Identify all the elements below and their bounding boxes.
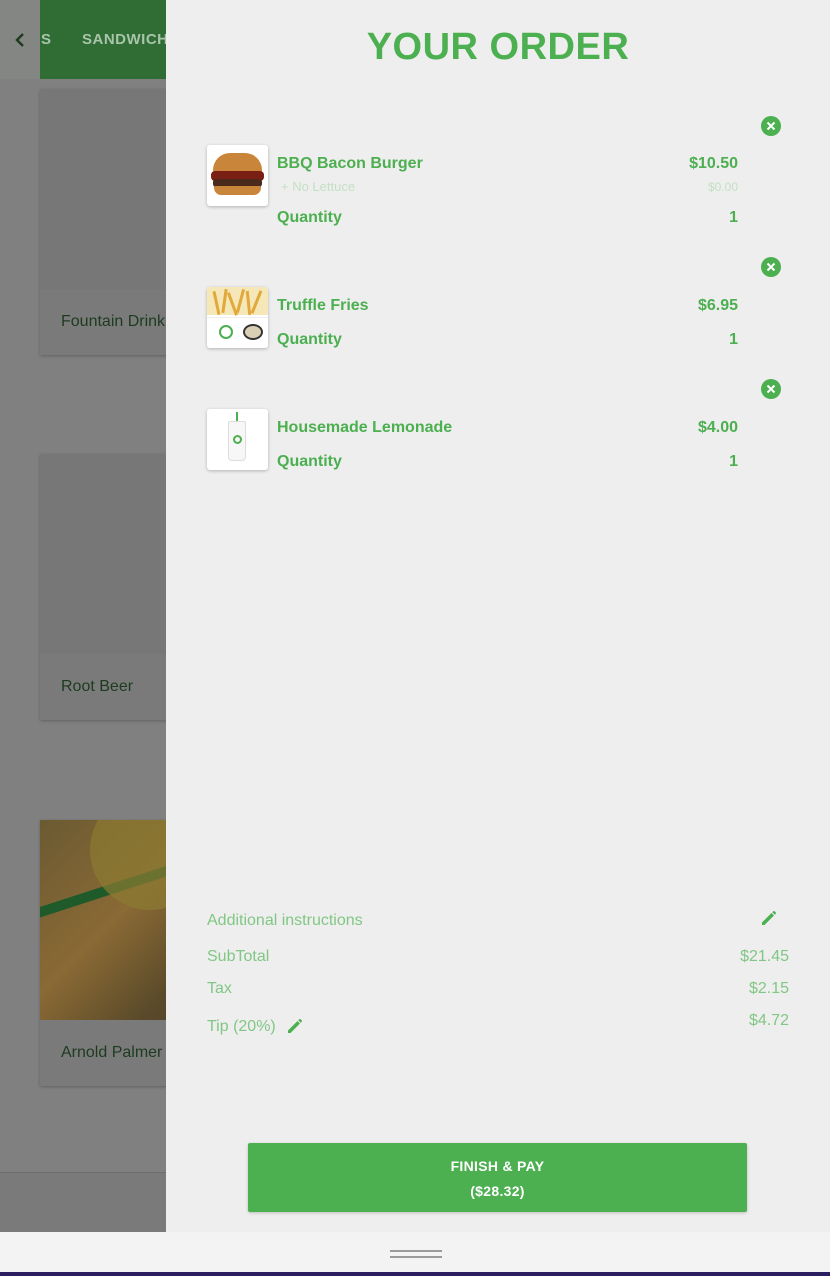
tip-value: $4.72 bbox=[748, 1012, 789, 1029]
system-navigation-bar bbox=[0, 1232, 830, 1276]
remove-item-button[interactable] bbox=[761, 116, 781, 136]
item-name: Housemade Lemonade bbox=[277, 419, 453, 436]
quantity-value[interactable]: 1 bbox=[729, 331, 738, 349]
back-button[interactable] bbox=[0, 0, 40, 79]
tab-category[interactable]: S bbox=[41, 31, 52, 48]
order-panel: YOUR ORDER BBQ Bacon Burger $10.50 + No … bbox=[166, 0, 830, 1232]
tax-value: $2.15 bbox=[748, 980, 789, 997]
item-name: BBQ Bacon Burger bbox=[277, 155, 423, 172]
remove-item-button[interactable] bbox=[761, 257, 781, 277]
close-icon bbox=[766, 121, 776, 131]
subtotal-value: $21.45 bbox=[740, 948, 789, 965]
quantity-value[interactable]: 1 bbox=[729, 453, 738, 471]
pencil-icon[interactable] bbox=[286, 1015, 306, 1035]
bottom-strip bbox=[0, 1272, 830, 1276]
additional-instructions-label: Additional instructions bbox=[207, 912, 363, 929]
pay-button-amount: ($28.32) bbox=[470, 1183, 525, 1199]
tip-label: Tip (20%) bbox=[207, 1018, 276, 1035]
finish-and-pay-button[interactable]: FINISH & PAY ($28.32) bbox=[248, 1143, 747, 1212]
item-image bbox=[207, 409, 268, 470]
remove-item-button[interactable] bbox=[761, 379, 781, 399]
quantity-label: Quantity bbox=[277, 209, 342, 226]
home-handle[interactable] bbox=[390, 1250, 442, 1258]
page-title: YOUR ORDER bbox=[366, 26, 630, 68]
close-icon bbox=[766, 262, 776, 272]
item-image bbox=[207, 287, 268, 348]
tab-sandwiches[interactable]: SANDWICH bbox=[82, 31, 169, 48]
item-price: $4.00 bbox=[697, 419, 738, 436]
item-price: $10.50 bbox=[689, 155, 738, 172]
chevron-left-icon bbox=[15, 32, 24, 47]
subtotal-label: SubTotal bbox=[207, 948, 270, 965]
tax-label: Tax bbox=[207, 980, 232, 997]
pay-button-label: FINISH & PAY bbox=[450, 1158, 545, 1174]
close-icon bbox=[766, 384, 776, 394]
item-image bbox=[207, 145, 268, 206]
quantity-label: Quantity bbox=[277, 331, 342, 348]
pencil-icon[interactable] bbox=[760, 907, 780, 927]
item-price: $6.95 bbox=[697, 297, 738, 314]
quantity-label: Quantity bbox=[277, 453, 342, 470]
quantity-value[interactable]: 1 bbox=[729, 209, 738, 227]
item-modifier: + No Lettuce bbox=[281, 179, 356, 194]
item-name: Truffle Fries bbox=[277, 297, 369, 314]
item-modifier-price: $0.00 bbox=[707, 180, 738, 194]
